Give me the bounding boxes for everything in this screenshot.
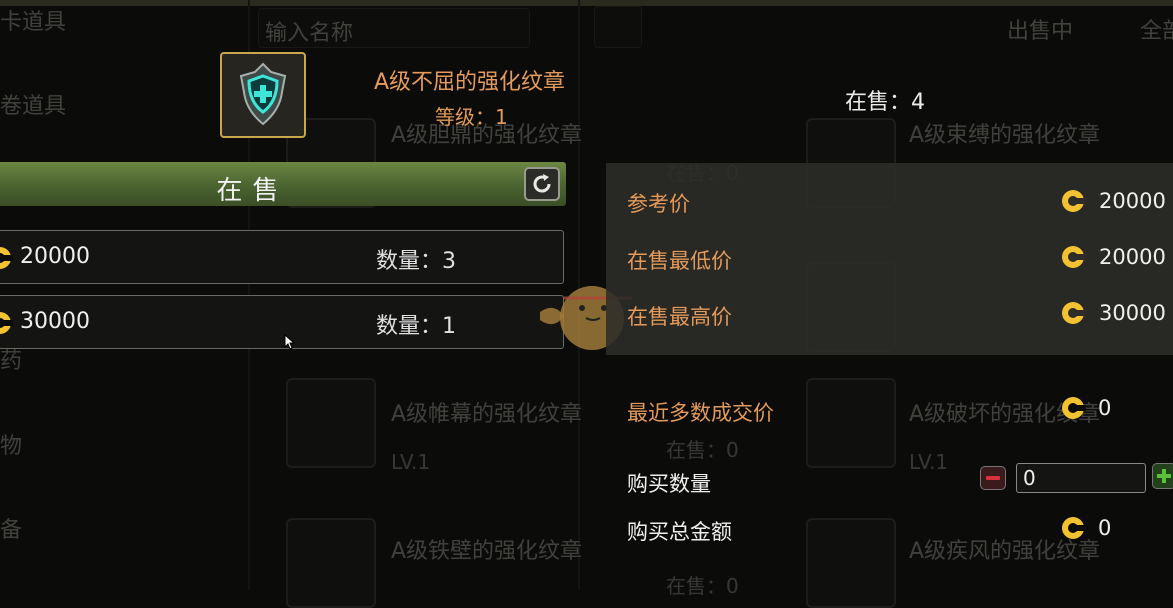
recent-price-label: 最近多数成交价	[627, 401, 774, 425]
bg-search-box: 输入名称	[258, 8, 530, 48]
recent-price-value: 0	[1098, 396, 1112, 420]
bg-item-level: LV.1	[909, 450, 949, 474]
listing-price: 30000	[20, 309, 90, 334]
plus-icon	[1157, 469, 1171, 483]
coin-icon	[1062, 190, 1086, 212]
listing-qty: 数量：3	[376, 249, 456, 274]
bg-item-icon	[286, 378, 376, 468]
item-level: 等级：1	[435, 105, 508, 129]
mouse-cursor-icon	[284, 334, 296, 350]
item-name: A级不屈的强化纹章	[374, 70, 566, 95]
highest-price-value: 30000	[1099, 301, 1166, 325]
listing-row[interactable]: 30000 数量：1	[0, 295, 564, 349]
listing-price: 20000	[20, 244, 90, 269]
reference-price-label: 参考价	[627, 192, 690, 216]
lowest-price-label: 在售最低价	[627, 249, 732, 273]
bg-item-level: LV.1	[391, 450, 431, 474]
onsale-count: 在售：4	[845, 90, 925, 115]
bg-menu-item-0: 卡道具	[0, 10, 67, 35]
bg-filter-tab: 出售中	[1007, 19, 1074, 44]
top-border	[0, 0, 1173, 6]
coin-icon	[1062, 302, 1086, 324]
refresh-icon	[533, 174, 551, 193]
coin-icon	[1062, 246, 1086, 268]
bg-item-name: A级帷幕的强化纹章	[391, 402, 583, 427]
purchase-total-value: 0	[1098, 516, 1112, 540]
decrease-qty-button[interactable]	[980, 466, 1006, 490]
item-icon-frame	[220, 52, 306, 138]
listing-row[interactable]: 20000 数量：3	[0, 230, 564, 284]
highest-price-label: 在售最高价	[627, 305, 732, 329]
lowest-price-value: 20000	[1099, 245, 1166, 269]
coin-icon	[0, 247, 13, 269]
coin-icon	[1062, 397, 1086, 419]
purchase-qty-label: 购买数量	[627, 472, 711, 496]
purchase-qty-input[interactable]	[1016, 463, 1146, 493]
bg-item-icon	[286, 518, 376, 608]
increase-qty-button[interactable]	[1152, 463, 1173, 489]
listing-header-title: 在售	[216, 176, 289, 206]
bg-refresh-icon	[594, 6, 642, 48]
bg-menu-item-3: 物	[0, 434, 23, 459]
bg-menu-item-1: 卷道具	[0, 94, 67, 119]
bg-item-name: A级束缚的强化纹章	[909, 123, 1101, 148]
coin-icon	[1062, 517, 1086, 539]
bg-item-name: A级铁壁的强化纹章	[391, 539, 583, 564]
bg-item-onsale: 在售：0	[666, 438, 739, 462]
refresh-button[interactable]	[524, 167, 560, 201]
purchase-total-label: 购买总金额	[627, 520, 732, 544]
bg-menu-item-4: 备	[0, 518, 23, 543]
minus-icon	[986, 476, 1000, 480]
listing-qty: 数量：1	[376, 314, 456, 339]
bg-item-onsale: 在售：0	[666, 574, 739, 598]
bg-item-icon	[806, 518, 896, 608]
emblem-shield-icon	[239, 62, 287, 126]
bg-item-icon	[806, 378, 896, 468]
coin-icon	[0, 312, 13, 334]
reference-price-value: 20000	[1099, 189, 1166, 213]
bg-filter-all: 全部	[1140, 19, 1173, 44]
